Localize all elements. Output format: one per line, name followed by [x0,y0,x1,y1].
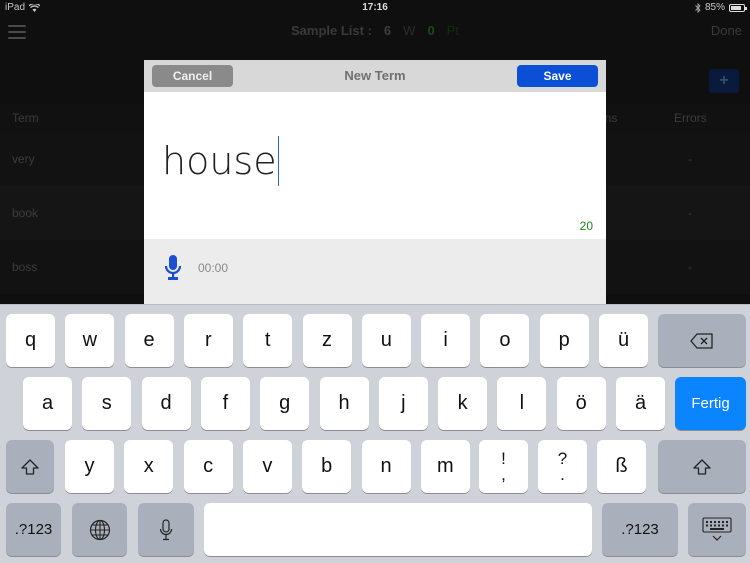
list-title: Sample List : [291,23,372,38]
modal-header: Cancel New Term Save [144,60,606,92]
battery-icon [729,3,747,12]
shift-icon [21,458,39,475]
microphone-icon[interactable] [164,255,182,281]
key-m[interactable]: m [420,440,470,493]
word-label: W [403,23,416,38]
key-d[interactable]: d [141,377,191,430]
dismiss-keyboard-key[interactable] [688,503,746,556]
globe-key[interactable] [72,503,127,556]
nav-bar: Sample List : 6 W 0 Pt Done [0,16,750,48]
row-errors: - [688,206,692,220]
status-right: 85% [695,2,747,13]
add-term-button[interactable]: + [709,69,739,93]
audio-recorder: 00:00 [144,239,606,305]
save-button[interactable]: Save [517,65,598,87]
column-errors: Errors [674,111,707,125]
keyboard-dismiss-icon [702,516,732,541]
space-key[interactable] [204,503,592,556]
column-term: Term [12,111,39,125]
key-e[interactable]: e [124,314,174,367]
battery-percent: 85% [704,2,725,13]
key-o[interactable]: o [480,314,530,367]
backspace-key[interactable] [658,314,746,367]
key-h[interactable]: h [319,377,369,430]
key-t[interactable]: t [243,314,293,367]
key-label-bottom: . [560,464,565,484]
key-v[interactable]: v [242,440,292,493]
key-n[interactable]: n [361,440,411,493]
onscreen-keyboard: qwertzuiopü asdfghjklöä yxcvbnm Fertig !… [0,304,750,563]
key-j[interactable]: j [378,377,428,430]
microphone-icon [159,518,173,540]
shift-key-left[interactable] [6,440,54,493]
row-errors: - [688,260,692,274]
key-eszett[interactable]: ß [597,440,646,493]
bluetooth-icon [695,2,701,13]
remaining-char-count: 20 [579,219,593,233]
battery-fill [731,5,742,10]
shift-key-right[interactable] [658,440,746,493]
numbers-key-left[interactable]: .?123 [6,503,61,556]
row-term: boss [12,260,38,274]
key-a[interactable]: a [23,377,72,430]
key-r[interactable]: r [183,314,233,367]
text-caret [277,136,280,186]
term-input-value: house [162,139,277,183]
key-s[interactable]: s [82,377,132,430]
backspace-icon [690,332,713,349]
key-u[interactable]: u [361,314,411,367]
row-term: very [12,152,35,166]
globe-icon [89,519,110,540]
key-p[interactable]: p [539,314,589,367]
key-z[interactable]: z [302,314,352,367]
key-exclaim-comma[interactable]: !, [479,440,528,493]
key-question-period[interactable]: ?. [538,440,587,493]
word-count: 6 [383,23,392,38]
key-b[interactable]: b [302,440,352,493]
status-bar: iPad 17:16 85% [0,0,750,16]
numbers-key-right[interactable]: .?123 [602,503,678,556]
key-ä[interactable]: ä [616,377,665,430]
new-term-modal: Cancel New Term Save house 20 00:00 [144,60,606,305]
key-ü[interactable]: ü [599,314,648,367]
key-label-bottom: , [501,464,506,484]
term-input[interactable]: house [162,136,280,186]
dictation-key[interactable] [138,503,194,556]
key-l[interactable]: l [497,377,547,430]
done-button[interactable]: Done [711,23,742,38]
audio-duration: 00:00 [198,261,229,275]
key-g[interactable]: g [260,377,310,430]
key-w[interactable]: w [65,314,115,367]
key-c[interactable]: c [183,440,233,493]
key-y[interactable]: y [65,440,114,493]
return-key[interactable]: Fertig [675,377,746,430]
points-label: Pt [446,23,459,38]
key-ö[interactable]: ö [556,377,606,430]
key-x[interactable]: x [124,440,174,493]
key-q[interactable]: q [6,314,55,367]
key-k[interactable]: k [438,377,488,430]
list-summary: Sample List : 6 W 0 Pt [291,23,459,38]
row-errors: - [688,152,692,166]
status-time: 17:16 [362,2,388,13]
key-f[interactable]: f [200,377,250,430]
shift-icon [693,458,711,475]
points-value: 0 [427,23,435,38]
key-i[interactable]: i [421,314,471,367]
menu-icon[interactable] [8,25,26,39]
row-term: book [12,206,39,220]
